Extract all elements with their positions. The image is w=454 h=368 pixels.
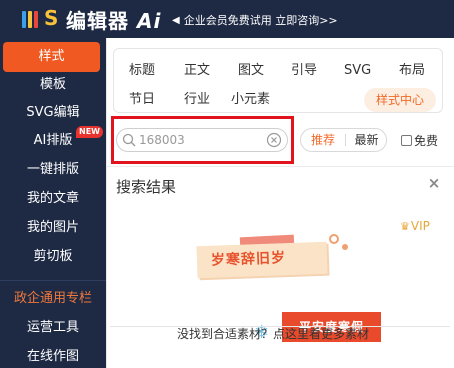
category-industry[interactable]: 行业 <box>184 91 210 109</box>
results-title: 搜索结果 <box>116 178 177 196</box>
header-notice[interactable]: ◀ 企业会员免费试用 立即咨询>> <box>172 12 338 28</box>
sidebar-item-one-click-layout[interactable]: 一键排版 <box>0 158 106 182</box>
clear-icon[interactable] <box>266 132 282 148</box>
search-input[interactable] <box>139 130 259 150</box>
category-title[interactable]: 标题 <box>129 62 155 80</box>
category-festival[interactable]: 节日 <box>129 91 155 109</box>
sidebar: 样式 模板 SVG编辑 AI排版 NEW 一键排版 我的文章 我的图片 剪切板 … <box>0 38 106 368</box>
logo[interactable]: S 编辑器 Ai <box>22 7 162 33</box>
sidebar-item-my-images[interactable]: 我的图片 <box>0 216 106 240</box>
sort-toggle: 推荐 最新 <box>300 128 387 152</box>
more-materials-link[interactable]: 没找到合适素材？点这里看更多素材 <box>177 325 369 342</box>
category-svg[interactable]: SVG <box>344 62 371 80</box>
category-small-elements[interactable]: 小元素 <box>231 91 270 109</box>
editor-app: S 编辑器 Ai ◀ 企业会员免费试用 立即咨询>> 样式 模板 SVG编辑 A… <box>0 0 454 368</box>
vip-badge: ♛ VIP <box>400 219 430 233</box>
sidebar-item-svg-editor[interactable]: SVG编辑 <box>0 101 106 125</box>
sidebar-item-my-articles[interactable]: 我的文章 <box>0 187 106 211</box>
sidebar-item-gov-column[interactable]: 政企通用专栏 <box>0 287 106 311</box>
category-layout[interactable]: 布局 <box>399 62 425 80</box>
top-header: S 编辑器 Ai ◀ 企业会员免费试用 立即咨询>> <box>0 0 454 38</box>
sidebar-item-templates[interactable]: 模板 <box>0 73 106 97</box>
style-center-button[interactable]: 样式中心 <box>364 88 436 112</box>
search-field[interactable] <box>116 128 288 152</box>
sidebar-item-ops-tools[interactable]: 运营工具 <box>0 316 106 340</box>
crown-icon: ♛ <box>400 219 410 233</box>
notice-text: 企业会员免费试用 立即咨询>> <box>183 14 338 27</box>
sidebar-item-ai-layout[interactable]: AI排版 NEW <box>0 126 106 153</box>
category-image-text[interactable]: 图文 <box>238 62 264 80</box>
speaker-icon: ◀ <box>172 14 180 26</box>
category-panel: 标题 正文 图文 引导 SVG 布局 节日 行业 小元素 样式中心 <box>113 48 443 113</box>
category-guide[interactable]: 引导 <box>291 62 317 80</box>
sidebar-item-clipboard[interactable]: 剪切板 <box>0 245 106 269</box>
thumbnail-card-text: 岁寒辞旧岁 <box>210 250 287 269</box>
sort-latest-tab[interactable]: 最新 <box>346 129 387 151</box>
free-filter[interactable]: 免费 <box>401 132 438 149</box>
sort-recommended-tab[interactable]: 推荐 <box>301 129 345 151</box>
close-icon[interactable]: × <box>427 175 441 191</box>
sidebar-item-styles[interactable]: 样式 <box>3 42 100 72</box>
logo-mark-icon: S <box>22 7 62 30</box>
category-body[interactable]: 正文 <box>184 62 210 80</box>
sidebar-divider <box>0 280 106 281</box>
logo-text: 编辑器 Ai <box>66 8 162 33</box>
main-panel: 标题 正文 图文 引导 SVG 布局 节日 行业 小元素 样式中心 168003… <box>106 38 454 368</box>
new-badge: NEW <box>76 126 103 138</box>
search-icon <box>122 133 136 147</box>
sidebar-item-online-design[interactable]: 在线作图 <box>0 345 106 368</box>
free-checkbox[interactable] <box>401 135 412 146</box>
